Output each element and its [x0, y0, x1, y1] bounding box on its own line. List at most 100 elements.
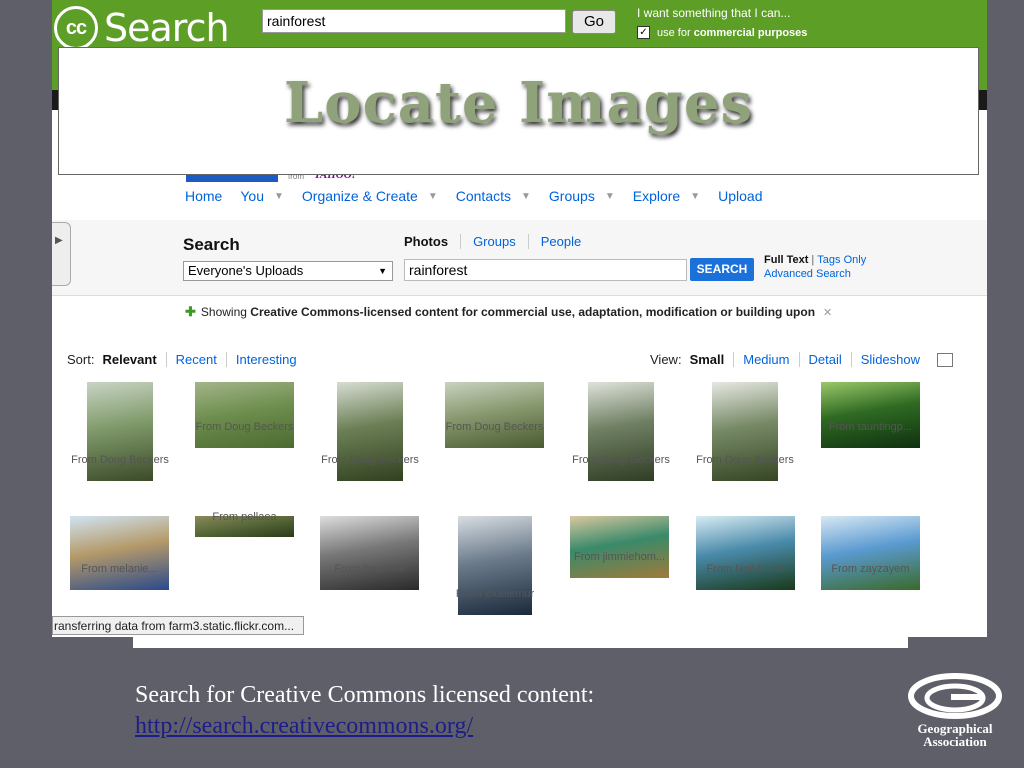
browser-screenshot-lower — [133, 637, 908, 648]
browser-status-bar: ransferring data from farm3.static.flick… — [52, 616, 304, 635]
full-text-option[interactable]: Full Text — [764, 254, 808, 266]
cc-go-button[interactable]: Go — [572, 10, 616, 34]
nav-item[interactable]: Explore ▼ — [633, 188, 700, 204]
photo-caption[interactable]: From Doug Beckers — [430, 421, 560, 433]
photo-caption[interactable]: From jsawkins — [305, 563, 435, 575]
nav-item[interactable]: Contacts ▼ — [456, 188, 531, 204]
slide-title: Locate Images — [283, 70, 754, 136]
photo-caption[interactable]: From tauntingp... — [806, 421, 936, 433]
chevron-down-icon[interactable]: ▼ — [690, 191, 700, 202]
photo-caption[interactable]: From Doug Beckers — [305, 454, 435, 466]
notice-bold: Creative Commons-licensed content for co… — [250, 305, 816, 319]
photo-thumbnail[interactable] — [696, 516, 795, 590]
commercial-purposes-label: commercial purposes — [693, 26, 808, 39]
chevron-down-icon[interactable]: ▼ — [605, 191, 615, 202]
photo-thumbnail[interactable] — [445, 382, 544, 448]
photo-caption[interactable]: From zayzayem — [806, 563, 936, 575]
scope-value: Everyone's Uploads — [188, 263, 304, 278]
nav-item[interactable]: Organize & Create ▼ — [302, 188, 438, 204]
nav-item[interactable]: You ▼ — [240, 188, 284, 204]
search-type-tab[interactable]: Photos — [404, 234, 460, 249]
photo-caption[interactable]: From Doug Beckers — [180, 421, 310, 433]
cc-want-label: I want something that I can... — [637, 6, 791, 20]
search-scope-select[interactable]: Everyone's Uploads ▼ — [183, 261, 393, 281]
slide-title-box: Locate Images — [58, 47, 979, 175]
flickr-search-input[interactable]: rainforest — [404, 259, 687, 281]
view-option[interactable]: Small — [690, 352, 734, 367]
tags-only-link[interactable]: Tags Only — [817, 254, 866, 266]
cc-search-logo[interactable]: cc Search — [54, 6, 230, 50]
chevron-right-icon: ▶ — [55, 235, 63, 246]
photo-caption[interactable]: From Bluelemur — [430, 588, 560, 600]
commercial-use-checkbox[interactable]: ✓ — [637, 26, 650, 39]
ga-logo-text: Geographical Association — [905, 722, 1005, 748]
photo-thumbnail[interactable] — [458, 516, 532, 615]
photo-caption[interactable]: From Doug Beckers — [55, 454, 185, 466]
side-panel-handle[interactable]: ▶ — [52, 222, 71, 286]
search-button[interactable]: SEARCH — [690, 258, 754, 281]
slide-footer: Search for Creative Commons licensed con… — [135, 680, 594, 742]
nav-item-label: Contacts — [455, 188, 511, 204]
cc-logo-word: Search — [104, 6, 230, 50]
photo-thumbnail[interactable] — [588, 382, 654, 481]
advanced-search-link[interactable]: Advanced Search — [764, 268, 851, 280]
search-type-tab[interactable]: Groups — [460, 234, 528, 249]
close-icon[interactable]: ✕ — [823, 306, 832, 319]
nav-item[interactable]: Home — [185, 188, 222, 204]
sort-option[interactable]: Relevant — [102, 352, 165, 367]
mode-separator: | — [811, 254, 815, 266]
view-options: View: Small Medium Detail Slideshow — [650, 352, 954, 367]
nav-item-label: Upload — [718, 188, 763, 204]
chevron-down-icon: ▼ — [378, 266, 387, 276]
search-type-tab[interactable]: People — [527, 234, 593, 249]
chevron-down-icon[interactable]: ▼ — [521, 191, 531, 202]
cc-search-input[interactable]: rainforest — [262, 9, 566, 33]
sort-options: Sort: Relevant Recent Interesting — [67, 352, 306, 367]
photo-caption[interactable]: From Doug Beckers — [680, 454, 810, 466]
cc-search-link[interactable]: http://search.creativecommons.org/ — [135, 711, 594, 742]
cc-license-notice: ✚ Showing Creative Commons-licensed cont… — [185, 304, 832, 320]
photo-thumbnail[interactable] — [195, 382, 294, 448]
nav-item[interactable]: Groups ▼ — [549, 188, 615, 204]
search-mode-row: Full Text | Tags Only — [764, 254, 866, 266]
photo-thumbnail[interactable] — [570, 516, 669, 578]
photo-thumbnail[interactable] — [337, 382, 403, 481]
nav-item-label: Explore — [632, 188, 681, 204]
commercial-use-option[interactable]: ✓ use for commercial purposes — [637, 26, 807, 39]
nav-item-label: Home — [185, 188, 223, 204]
nav-item-label: Organize & Create — [301, 188, 418, 204]
photo-caption[interactable]: From Neil Ennis — [681, 563, 811, 575]
photo-caption[interactable]: From Doug Beckers — [556, 454, 686, 466]
notice-prefix: Showing — [200, 305, 247, 319]
photo-thumbnail[interactable] — [712, 382, 778, 481]
search-type-tabs: Photos Groups People — [404, 234, 593, 249]
photo-thumbnail[interactable] — [821, 516, 920, 590]
use-for-label: use for — [657, 26, 691, 39]
nav-item[interactable]: Upload — [718, 188, 762, 204]
sort-option[interactable]: Interesting — [225, 352, 306, 367]
slideshow-icon[interactable] — [937, 352, 954, 367]
search-heading: Search — [183, 235, 240, 254]
nav-item-label: You — [240, 188, 264, 204]
view-option[interactable]: Detail — [798, 352, 851, 367]
photo-caption[interactable]: From pellaea — [180, 511, 310, 523]
slide-caption: Search for Creative Commons licensed con… — [135, 682, 595, 708]
plus-icon: ✚ — [185, 304, 196, 319]
chevron-down-icon[interactable]: ▼ — [274, 191, 284, 202]
flickr-main-nav: Home You ▼ Organize & Create ▼ Contacts ▼ Group… — [185, 188, 780, 204]
sort-option[interactable]: Recent — [165, 352, 226, 367]
photo-thumbnail[interactable] — [320, 516, 419, 590]
sort-label: Sort: — [67, 352, 95, 367]
chevron-down-icon[interactable]: ▼ — [428, 191, 438, 202]
photo-caption[interactable]: From melanie... — [55, 563, 185, 575]
nav-item-label: Groups — [548, 188, 595, 204]
cc-logo-icon: cc — [54, 6, 98, 50]
view-option[interactable]: Medium — [733, 352, 798, 367]
view-option[interactable]: Slideshow — [850, 352, 929, 367]
photo-thumbnail[interactable] — [821, 382, 920, 448]
photo-thumbnail[interactable] — [87, 382, 153, 481]
photo-thumbnail[interactable] — [70, 516, 169, 590]
view-label: View: — [650, 352, 682, 367]
ga-word-2: Association — [923, 734, 987, 749]
photo-caption[interactable]: From jimmiehom... — [555, 551, 685, 563]
